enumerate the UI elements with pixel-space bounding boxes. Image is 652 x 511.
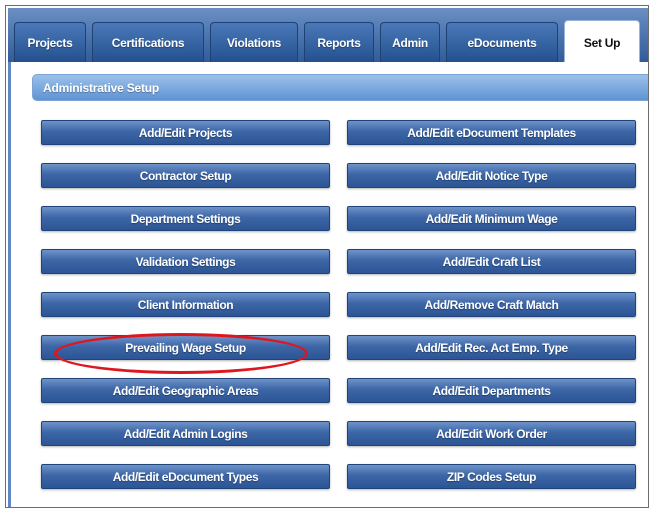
- tab-certifications[interactable]: Certifications: [92, 22, 204, 62]
- section-header-administrative-setup: Administrative Setup: [32, 74, 648, 101]
- tab-set-up[interactable]: Set Up: [564, 20, 640, 64]
- add-edit-notice-type-button[interactable]: Add/Edit Notice Type: [347, 163, 636, 188]
- add-edit-minimum-wage-button[interactable]: Add/Edit Minimum Wage: [347, 206, 636, 231]
- department-settings-button[interactable]: Department Settings: [41, 206, 330, 231]
- tab-reports[interactable]: Reports: [304, 22, 374, 62]
- tab-projects[interactable]: Projects: [14, 22, 86, 62]
- tab-violations[interactable]: Violations: [210, 22, 298, 62]
- add-edit-admin-logins-button[interactable]: Add/Edit Admin Logins: [41, 421, 330, 446]
- add-edit-departments-button[interactable]: Add/Edit Departments: [347, 378, 636, 403]
- add-edit-work-order-button[interactable]: Add/Edit Work Order: [347, 421, 636, 446]
- add-edit-craft-list-button[interactable]: Add/Edit Craft List: [347, 249, 636, 274]
- tab-admin[interactable]: Admin: [380, 22, 440, 62]
- tab-edocuments[interactable]: eDocuments: [446, 22, 558, 62]
- add-edit-projects-button[interactable]: Add/Edit Projects: [41, 120, 330, 145]
- contractor-setup-button[interactable]: Contractor Setup: [41, 163, 330, 188]
- zip-codes-setup-button[interactable]: ZIP Codes Setup: [347, 464, 636, 489]
- prevailing-wage-setup-button[interactable]: Prevailing Wage Setup: [41, 335, 330, 360]
- add-edit-geographic-areas-button[interactable]: Add/Edit Geographic Areas: [41, 378, 330, 403]
- main-tab-bar: Projects Certifications Violations Repor…: [8, 8, 648, 64]
- client-information-button[interactable]: Client Information: [41, 292, 330, 317]
- add-edit-edocument-types-button[interactable]: Add/Edit eDocument Types: [41, 464, 330, 489]
- setup-window: Projects Certifications Violations Repor…: [5, 5, 649, 508]
- validation-settings-button[interactable]: Validation Settings: [41, 249, 330, 274]
- add-remove-craft-match-button[interactable]: Add/Remove Craft Match: [347, 292, 636, 317]
- add-edit-edocument-templates-button[interactable]: Add/Edit eDocument Templates: [347, 120, 636, 145]
- add-edit-rec-act-emp-type-button[interactable]: Add/Edit Rec. Act Emp. Type: [347, 335, 636, 360]
